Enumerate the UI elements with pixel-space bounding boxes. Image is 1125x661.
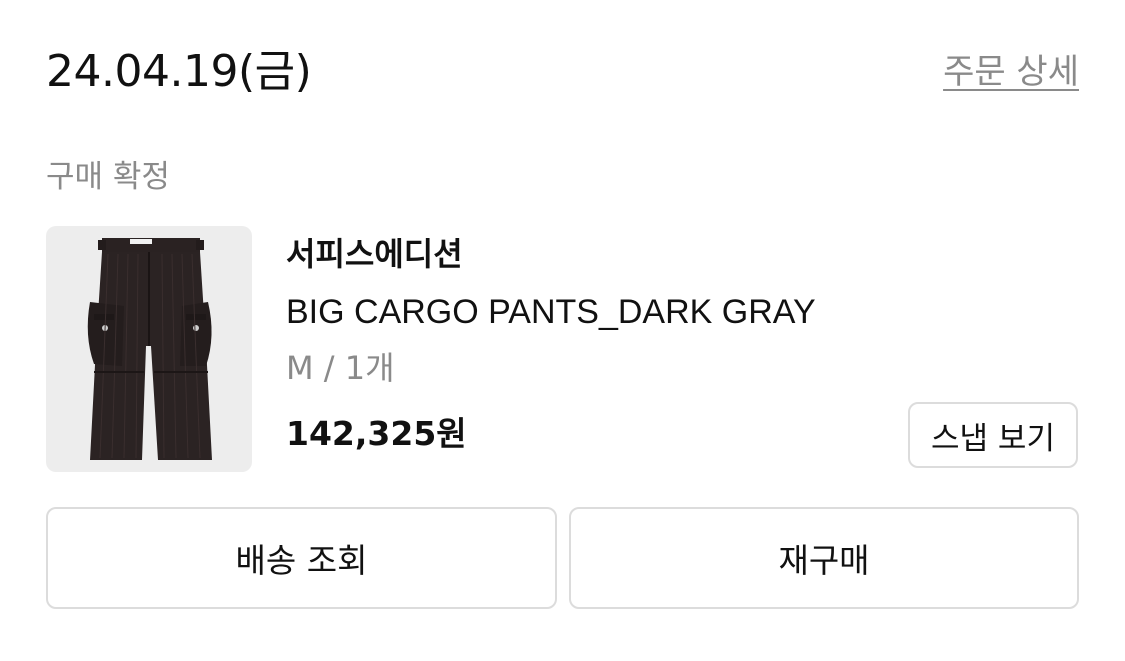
product-price: 142,325원 [286, 414, 467, 453]
order-detail-link[interactable]: 주문 상세 [943, 50, 1079, 94]
reorder-button[interactable]: 재구매 [569, 507, 1079, 609]
cargo-pants-image [87, 238, 212, 460]
view-snap-button[interactable]: 스냅 보기 [908, 402, 1078, 468]
product-name[interactable]: BIG CARGO PANTS_DARK GRAY [286, 292, 816, 332]
product-thumbnail[interactable] [46, 226, 252, 472]
order-date: 24.04.19(금) [46, 46, 312, 97]
brand-name[interactable]: 서피스에디션 [286, 234, 463, 274]
product-option-quantity: M / 1개 [286, 349, 395, 387]
track-delivery-button[interactable]: 배송 조회 [46, 507, 557, 609]
order-status-label: 구매 확정 [46, 159, 170, 195]
